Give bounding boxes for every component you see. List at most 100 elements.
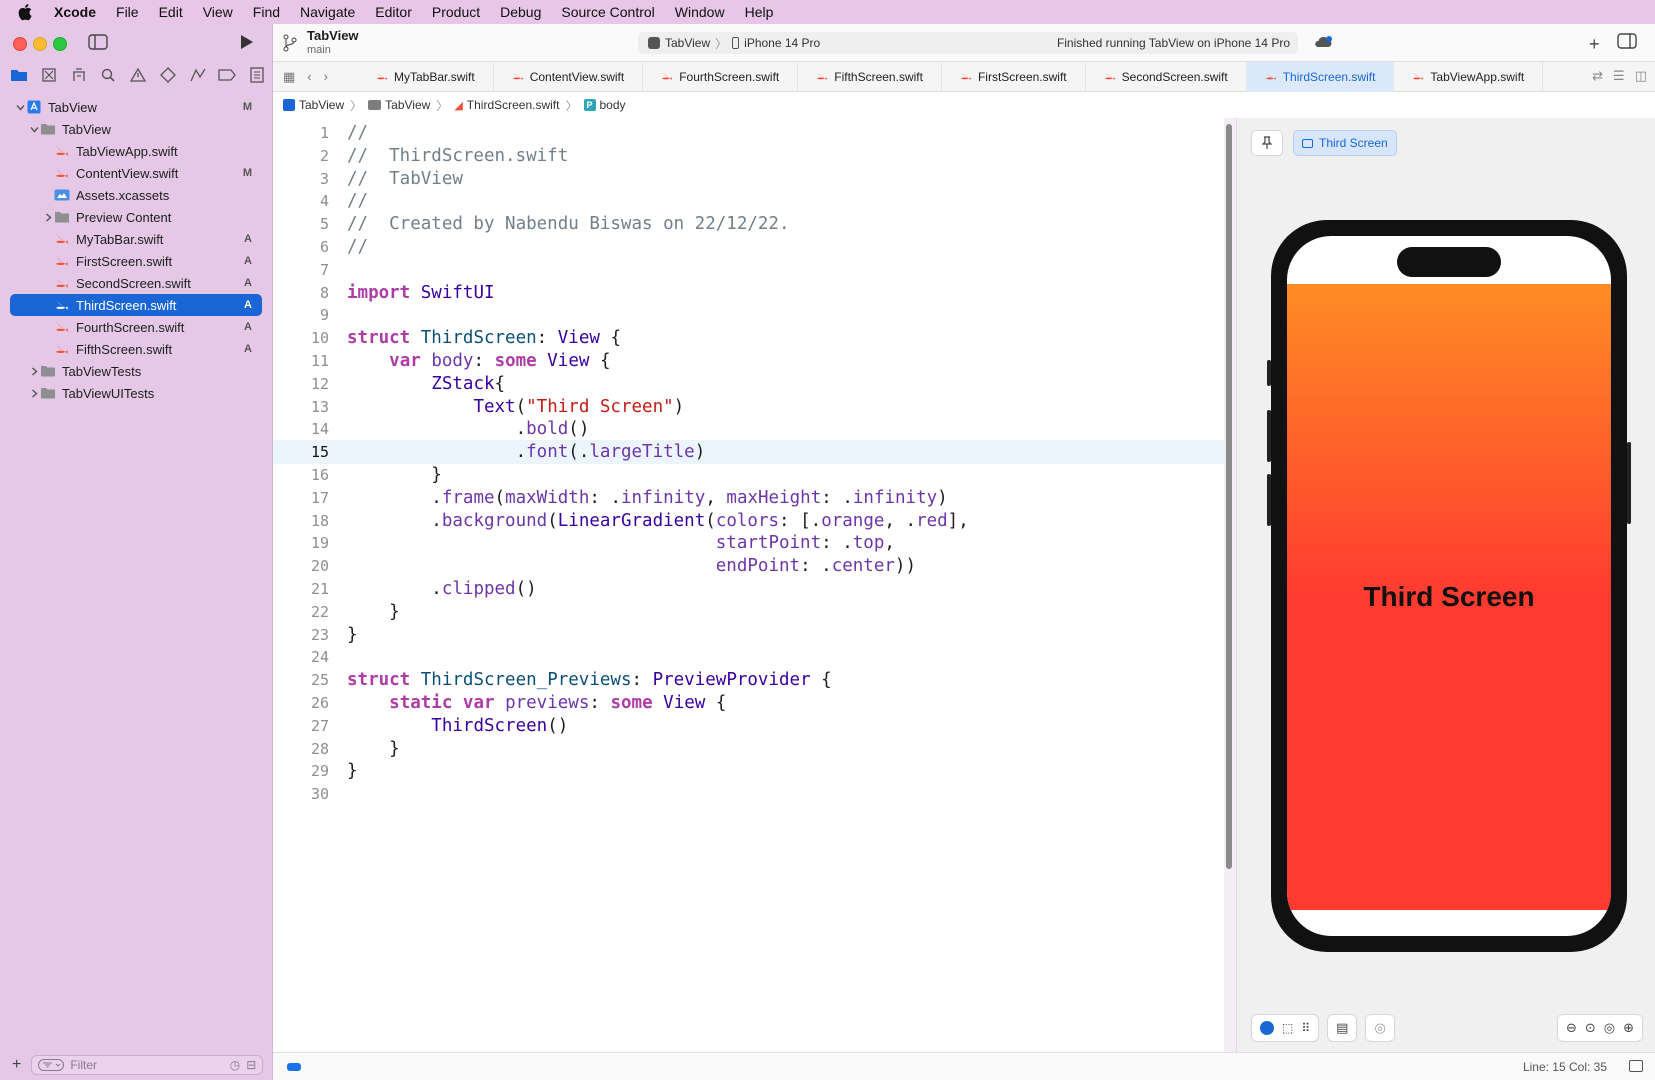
breadcrumb-symbol[interactable]: Pbody — [583, 98, 626, 112]
menu-item[interactable]: Debug — [500, 4, 541, 20]
split-editor-icon[interactable]: ◫ — [1635, 68, 1647, 84]
code-line[interactable]: 24 — [273, 645, 1224, 669]
code-line[interactable]: 6 // — [273, 235, 1224, 259]
related-items-icon[interactable]: ▦ — [283, 69, 295, 85]
code-line[interactable]: 15 .font(.largeTitle) — [273, 440, 1224, 465]
code-line[interactable]: 23} — [273, 623, 1224, 647]
menu-item[interactable]: Help — [745, 4, 774, 20]
editor-tab[interactable]: ContentView.swift — [494, 61, 644, 92]
menu-app-name[interactable]: Xcode — [54, 4, 96, 20]
file-tree-item[interactable]: TabView M — [10, 96, 262, 118]
inspector-toggle-icon[interactable] — [1617, 33, 1637, 49]
code-line[interactable]: 7 — [273, 258, 1224, 282]
code-line[interactable]: 16 } — [273, 463, 1224, 487]
minimize-window-button[interactable] — [33, 37, 47, 51]
menu-item[interactable]: Editor — [375, 4, 412, 20]
code-line[interactable]: 18 .background(LinearGradient(colors: [.… — [273, 509, 1224, 533]
code-line[interactable]: 1 // — [273, 121, 1224, 145]
code-line[interactable]: 2 // ThirdScreen.swift — [273, 144, 1224, 168]
disclosure-open-icon[interactable] — [14, 101, 26, 113]
file-tree-item[interactable]: TabViewTests — [10, 360, 262, 382]
code-line[interactable]: 20 endPoint: .center)) — [273, 554, 1224, 578]
disclosure-closed-icon[interactable] — [28, 365, 40, 377]
back-chevron-icon[interactable]: ‹ — [307, 69, 311, 84]
close-window-button[interactable] — [13, 37, 27, 51]
editor-tab[interactable]: MyTabBar.swift — [358, 61, 494, 92]
preview-screen[interactable]: Third Screen — [1287, 236, 1611, 936]
menu-item[interactable]: Product — [432, 4, 480, 20]
live-mode-icon[interactable] — [1260, 1021, 1274, 1035]
disclosure-closed-icon[interactable] — [42, 211, 54, 223]
editor-tab[interactable]: ThirdScreen.swift — [1246, 61, 1395, 92]
debug-navigator-icon[interactable] — [189, 66, 207, 84]
file-tree-item[interactable]: TabViewApp.swift — [10, 140, 262, 162]
menu-item[interactable]: Find — [253, 4, 280, 20]
editor-tab[interactable]: TabViewApp.swift — [1394, 61, 1544, 92]
breadcrumb-file[interactable]: ◢ ThirdScreen.swift — [454, 98, 559, 112]
find-navigator-icon[interactable] — [99, 66, 117, 84]
device-selector-icon[interactable]: ◎ — [1374, 1020, 1385, 1036]
test-navigator-icon[interactable] — [159, 66, 177, 84]
editor-tab[interactable]: FourthScreen.swift — [643, 61, 799, 92]
library-plus-icon[interactable]: + — [1589, 34, 1600, 55]
code-line[interactable]: 3 // TabView — [273, 167, 1224, 191]
menu-item[interactable]: Window — [675, 4, 725, 20]
device-settings-icon[interactable]: ▤ — [1336, 1020, 1348, 1036]
run-button-icon[interactable] — [236, 32, 256, 52]
sidebar-toggle-icon[interactable] — [88, 34, 108, 50]
file-tree-item[interactable]: SecondScreen.swift A — [10, 272, 262, 294]
code-line[interactable]: 19 startPoint: .top, — [273, 531, 1224, 555]
file-tree-item[interactable]: FifthScreen.swift A — [10, 338, 262, 360]
breadcrumb-project[interactable]: TabView — [283, 98, 344, 112]
preview-tab-third-screen[interactable]: Third Screen — [1293, 130, 1397, 156]
apple-logo-icon[interactable] — [18, 3, 34, 21]
code-line[interactable]: 17 .frame(maxWidth: .infinity, maxHeight… — [273, 486, 1224, 510]
menu-item[interactable]: Navigate — [300, 4, 355, 20]
code-line[interactable]: 21 .clipped() — [273, 577, 1224, 601]
code-line[interactable]: 9 — [273, 303, 1224, 327]
file-tree-item[interactable]: Assets.xcassets — [10, 184, 262, 206]
code-line[interactable]: 27 ThirdScreen() — [273, 714, 1224, 738]
destination-name[interactable]: iPhone 14 Pro — [744, 36, 820, 50]
breadcrumb-group[interactable]: TabView — [368, 98, 430, 112]
code-line[interactable]: 28 } — [273, 737, 1224, 761]
filter-scope-icon[interactable]: ⊟ — [246, 1058, 256, 1072]
report-navigator-icon[interactable] — [248, 66, 266, 84]
navigator-filter-field[interactable]: Filter ◷ ⊟ — [31, 1055, 264, 1075]
scheme-selector[interactable]: TabView 〉 iPhone 14 Pro — [648, 35, 820, 52]
code-line[interactable]: 29} — [273, 759, 1224, 783]
code-line[interactable]: 26 static var previews: some View { — [273, 691, 1224, 715]
source-editor[interactable]: 1 // 2 // ThirdScreen.swift 3 // TabView 4 // 5 /… — [273, 118, 1224, 1052]
menu-item[interactable]: Source Control — [561, 4, 654, 20]
editor-tab[interactable]: FirstScreen.swift — [942, 61, 1086, 92]
pin-preview-button[interactable] — [1251, 130, 1283, 156]
code-review-icon[interactable]: ⇄ — [1592, 68, 1603, 84]
menu-item[interactable]: View — [203, 4, 233, 20]
project-navigator-icon[interactable] — [10, 66, 28, 84]
code-line[interactable]: 25 struct ThirdScreen_Previews: PreviewPr… — [273, 668, 1224, 692]
zoom-out-icon[interactable]: ⊖ — [1566, 1020, 1577, 1036]
editor-tab[interactable]: FifthScreen.swift — [798, 61, 942, 92]
code-line[interactable]: 4 // — [273, 189, 1224, 213]
file-tree-item[interactable]: TabView — [10, 118, 262, 140]
forward-chevron-icon[interactable]: › — [324, 69, 328, 84]
editor-options-icon[interactable]: ☰ — [1613, 68, 1625, 84]
add-file-icon[interactable]: + — [12, 1056, 21, 1074]
debug-area-indicator[interactable] — [287, 1063, 301, 1071]
zoom-to-fit-icon[interactable]: ◎ — [1604, 1020, 1615, 1036]
zoom-in-icon[interactable]: ⊕ — [1623, 1020, 1634, 1036]
zoom-actual-size-icon[interactable]: ⊙ — [1585, 1020, 1596, 1036]
code-line[interactable]: 22 } — [273, 600, 1224, 624]
code-line[interactable]: 11 var body: some View { — [273, 349, 1224, 373]
disclosure-closed-icon[interactable] — [28, 387, 40, 399]
branch-name[interactable]: main — [307, 44, 331, 56]
zoom-window-button[interactable] — [53, 37, 67, 51]
file-tree-item[interactable]: ThirdScreen.swift A — [10, 294, 262, 316]
breakpoint-navigator-icon[interactable] — [218, 66, 237, 84]
editor-scrollbar[interactable] — [1226, 124, 1232, 869]
file-tree-item[interactable]: Preview Content — [10, 206, 262, 228]
file-tree-item[interactable]: MyTabBar.swift A — [10, 228, 262, 250]
code-line[interactable]: 30 — [273, 782, 1224, 806]
selectable-mode-icon[interactable]: ⬚ — [1282, 1021, 1293, 1035]
code-line[interactable]: 13 Text("Third Screen") — [273, 395, 1224, 419]
